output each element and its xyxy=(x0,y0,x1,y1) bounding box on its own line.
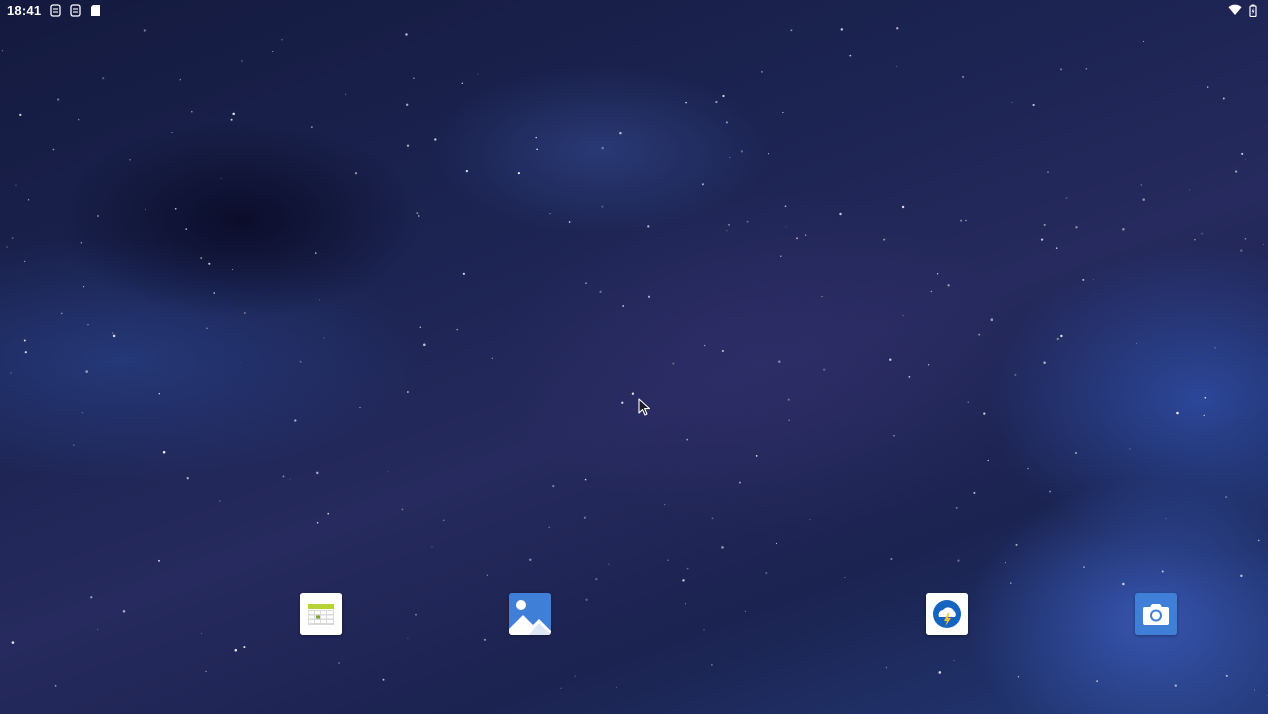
status-time: 18:41 xyxy=(7,3,42,18)
sd-card-icon xyxy=(88,4,102,18)
status-bar-right xyxy=(1228,3,1260,17)
status-bar: 18:41 xyxy=(0,0,1268,22)
wallpaper-stars xyxy=(1,27,1268,696)
weather-app-icon[interactable] xyxy=(926,593,968,635)
home-screen[interactable]: 18:41 xyxy=(0,0,1268,714)
gallery-app-icon[interactable] xyxy=(509,593,551,635)
mouse-pointer-icon xyxy=(638,398,652,418)
camera-app-icon[interactable] xyxy=(1135,593,1177,635)
wifi-icon xyxy=(1228,3,1242,17)
battery-icon xyxy=(1246,3,1260,17)
calendar-app-icon[interactable] xyxy=(300,593,342,635)
sim-card-icon xyxy=(48,4,62,18)
sim-card-icon xyxy=(68,4,82,18)
status-bar-left: 18:41 xyxy=(7,3,102,18)
